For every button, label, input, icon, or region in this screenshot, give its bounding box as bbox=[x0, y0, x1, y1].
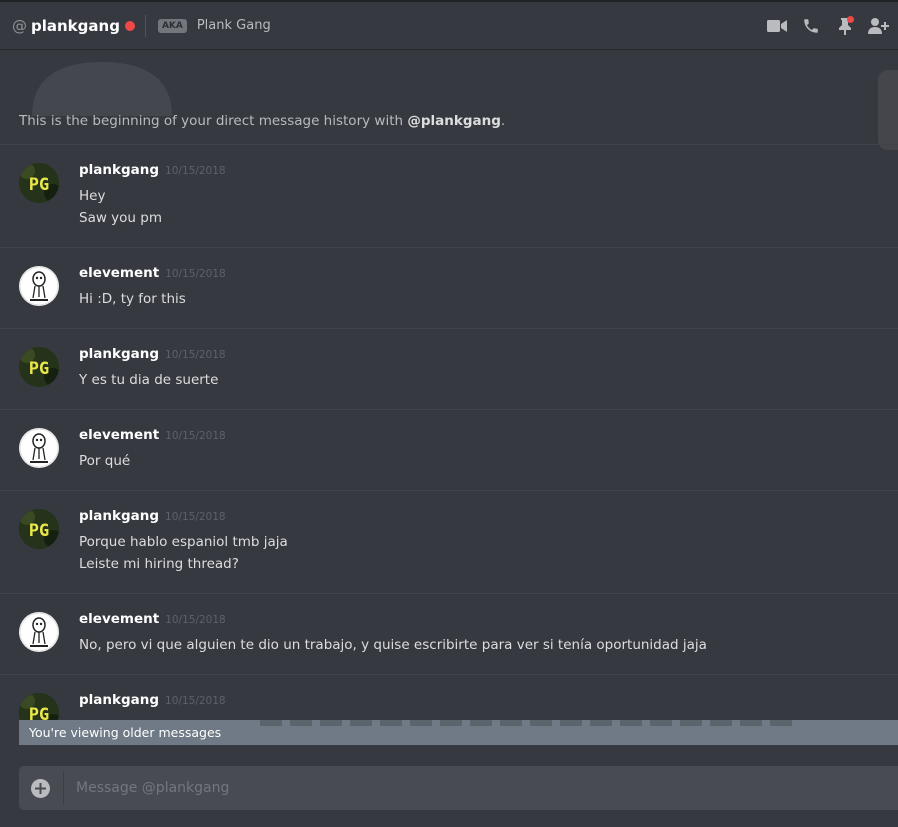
message-timestamp: 10/15/2018 bbox=[165, 349, 226, 361]
at-icon: @ bbox=[12, 16, 27, 35]
message-author[interactable]: plankgang bbox=[79, 508, 159, 524]
header-divider bbox=[144, 14, 146, 37]
avatar[interactable]: PG bbox=[19, 347, 59, 387]
message-timestamp: 10/15/2018 bbox=[165, 614, 226, 626]
aka-badge: AKA bbox=[157, 18, 187, 33]
message-text: Y es tu dia de suerte bbox=[79, 372, 219, 388]
message-text: Leiste mi hiring thread? bbox=[79, 556, 239, 572]
message-composer bbox=[19, 766, 898, 810]
message-input[interactable] bbox=[74, 779, 858, 797]
avatar[interactable] bbox=[19, 612, 59, 652]
composer-divider bbox=[63, 771, 64, 805]
message-timestamp: 10/15/2018 bbox=[165, 695, 226, 707]
older-messages-banner-overlap bbox=[260, 720, 800, 726]
message-text: Porque hablo espaniol tmb jaja bbox=[79, 534, 288, 550]
message-group: elevement 10/15/2018 Hi :D, ty for this bbox=[0, 247, 898, 328]
avatar[interactable]: PG bbox=[19, 163, 59, 203]
svg-text:PG: PG bbox=[29, 175, 49, 195]
intro-handle: @plankgang bbox=[407, 113, 501, 129]
message-group: PG plankgang 10/15/2018 Y es tu dia de s… bbox=[0, 328, 898, 409]
avatar[interactable] bbox=[19, 266, 59, 306]
message-author[interactable]: plankgang bbox=[79, 162, 159, 178]
svg-text:PG: PG bbox=[29, 521, 49, 541]
avatar[interactable]: PG bbox=[19, 509, 59, 549]
message-author[interactable]: elevement bbox=[79, 427, 159, 443]
pins-unread-dot bbox=[847, 16, 854, 23]
message-author[interactable]: elevement bbox=[79, 265, 159, 281]
message-author[interactable]: plankgang bbox=[79, 692, 159, 708]
message-text: Hey bbox=[79, 188, 106, 204]
aka-name: Plank Gang bbox=[196, 18, 271, 33]
message-timestamp: 10/15/2018 bbox=[165, 268, 226, 280]
welcome-watermark bbox=[32, 62, 172, 116]
pinned-messages-icon[interactable] bbox=[834, 14, 856, 38]
channel-header: @ plankgang AKA Plank Gang bbox=[0, 2, 898, 50]
message-author[interactable]: plankgang bbox=[79, 346, 159, 362]
message-author[interactable]: elevement bbox=[79, 611, 159, 627]
message-group: elevement 10/15/2018 Por qué bbox=[0, 409, 898, 490]
message-text: Hi :D, ty for this bbox=[79, 291, 186, 307]
message-group: elevement 10/15/2018 No, pero vi que alg… bbox=[0, 593, 898, 674]
message-text: Por qué bbox=[79, 453, 131, 469]
status-dnd-icon bbox=[124, 20, 135, 31]
header-toolbar bbox=[766, 14, 890, 38]
message-timestamp: 10/15/2018 bbox=[165, 430, 226, 442]
message-timestamp: 10/15/2018 bbox=[165, 165, 226, 177]
dm-username[interactable]: plankgang bbox=[31, 17, 120, 35]
add-friend-icon[interactable] bbox=[868, 14, 890, 38]
avatar[interactable] bbox=[19, 428, 59, 468]
message-group: PG plankgang 10/15/2018 Porque hablo esp… bbox=[0, 490, 898, 593]
dm-intro-text: This is the beginning of your direct mes… bbox=[19, 113, 506, 129]
message-text: No, pero vi que alguien te dio un trabaj… bbox=[79, 637, 707, 653]
upload-plus-icon[interactable] bbox=[31, 778, 50, 798]
video-call-icon[interactable] bbox=[766, 14, 788, 38]
voice-call-icon[interactable] bbox=[800, 14, 822, 38]
svg-text:PG: PG bbox=[29, 359, 49, 379]
message-group: PG plankgang 10/15/2018 Hey Saw you pm bbox=[0, 144, 898, 247]
message-list: PG plankgang 10/15/2018 Hey Saw you pm e… bbox=[0, 144, 898, 735]
welcome-watermark-edge bbox=[878, 70, 898, 150]
message-text: Saw you pm bbox=[79, 210, 162, 226]
message-timestamp: 10/15/2018 bbox=[165, 511, 226, 523]
